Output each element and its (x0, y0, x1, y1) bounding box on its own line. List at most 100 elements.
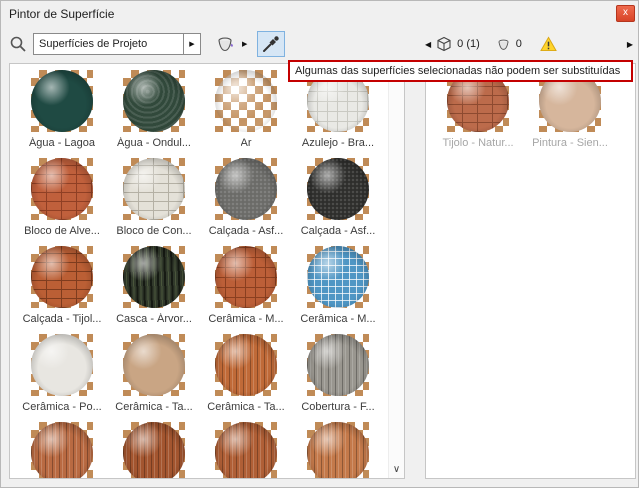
surface-preview-sphere (215, 422, 277, 479)
selected-elements-count: 0 (1) (457, 38, 480, 50)
surface-label: Bloco de Alve... (24, 225, 100, 237)
element-cube-icon (436, 36, 452, 52)
selection-info-bar: ◀ 0 (1) 0 ▶ (425, 27, 633, 61)
surface-thumbnail[interactable] (200, 422, 292, 479)
surface-thumbnail[interactable]: Bloco de Alve... (16, 158, 108, 246)
checker-background (31, 246, 93, 308)
surface-set-value: Superfícies de Projeto (34, 34, 183, 54)
collapse-panel-icon[interactable]: ◀ (425, 40, 431, 49)
surface-thumbnail[interactable]: Cerâmica - Po... (16, 334, 108, 422)
checker-background (307, 334, 369, 396)
close-button[interactable]: x (616, 5, 635, 22)
surface-thumbnail[interactable]: Água - Lagoa (16, 70, 108, 158)
surface-thumbnail[interactable]: Azulejo - Bra... (292, 70, 384, 158)
surface-thumbnail[interactable] (16, 422, 108, 479)
surface-label: Bloco de Con... (116, 225, 191, 237)
bucket-menu-arrow[interactable]: ▶ (242, 40, 247, 48)
surface-thumbnail[interactable]: Bloco de Con... (108, 158, 200, 246)
eyedropper-button[interactable] (257, 31, 285, 57)
surface-label: Cerâmica - Ta... (207, 401, 284, 413)
checker-background (215, 70, 277, 132)
surface-thumbnail[interactable]: Cerâmica - Ta... (108, 334, 200, 422)
surface-preview-sphere (31, 246, 93, 308)
vertical-scrollbar[interactable]: ∨ (388, 64, 404, 478)
surface-label: Água - Ondul... (117, 137, 191, 149)
checker-background (215, 334, 277, 396)
paint-bucket-icon (215, 34, 235, 54)
surface-preview-sphere (215, 334, 277, 396)
surface-preview-sphere (31, 70, 93, 132)
checker-background (307, 246, 369, 308)
eyedropper-icon (261, 34, 281, 54)
scroll-down-icon[interactable]: ∨ (389, 465, 404, 475)
warning-message: Algumas das superfícies selecionadas não… (288, 60, 633, 82)
surface-thumbnail[interactable] (292, 422, 384, 479)
checker-background (31, 334, 93, 396)
dialog-title: Pintor de Superfície (9, 7, 114, 21)
surface-label: Pintura - Sien... (532, 137, 608, 149)
surface-preview-sphere (215, 70, 277, 132)
search-icon[interactable] (9, 35, 27, 53)
surface-thumbnail[interactable]: Casca - Árvor... (108, 246, 200, 334)
checker-background (31, 158, 93, 220)
surface-preview-sphere (307, 334, 369, 396)
surface-label: Casca - Árvor... (116, 313, 192, 325)
surface-grid: Água - Lagoa Água - Ondul... Ar Azulejo … (10, 64, 388, 479)
surface-preview-sphere (123, 334, 185, 396)
surface-label: Calçada - Tijol... (23, 313, 102, 325)
surface-thumbnail[interactable]: Cerâmica - M... (200, 246, 292, 334)
surface-thumbnail[interactable]: Cerâmica - Ta... (200, 334, 292, 422)
surface-label: Água - Lagoa (29, 137, 95, 149)
checker-background (31, 422, 93, 479)
surface-preview-sphere (307, 422, 369, 479)
selected-surfaces-panel: Tijolo - Natur... Pintura - Sien... (425, 63, 636, 479)
painted-bucket-icon (496, 37, 511, 52)
checker-background (123, 334, 185, 396)
surface-preview-sphere (123, 158, 185, 220)
surface-preview-sphere (307, 158, 369, 220)
surface-preview-sphere (307, 246, 369, 308)
surface-preview-sphere (31, 334, 93, 396)
surface-preview-sphere (215, 158, 277, 220)
surface-thumbnail[interactable]: Calçada - Asf... (200, 158, 292, 246)
titlebar[interactable]: Pintor de Superfície x (1, 1, 638, 27)
surface-set-combo[interactable]: Superfícies de Projeto ▶ (33, 33, 201, 55)
checker-background (215, 246, 277, 308)
checker-background (215, 158, 277, 220)
surface-thumbnail[interactable]: Tijolo - Natur... (432, 70, 524, 158)
surface-label: Tijolo - Natur... (442, 137, 513, 149)
surface-thumbnail[interactable] (108, 422, 200, 479)
surface-preview-sphere (123, 246, 185, 308)
project-surfaces-panel: Água - Lagoa Água - Ondul... Ar Azulejo … (9, 63, 405, 479)
surface-label: Cerâmica - M... (300, 313, 375, 325)
surface-label: Cerâmica - Ta... (115, 401, 192, 413)
surface-label: Calçada - Asf... (301, 225, 376, 237)
surface-label: Cerâmica - M... (208, 313, 283, 325)
surface-painter-dialog: Pintor de Superfície x Superfícies de Pr… (0, 0, 639, 488)
surface-preview-sphere (123, 422, 185, 479)
toolbar: Superfícies de Projeto ▶ ▶ ◀ 0 (1) 0 (1, 27, 638, 61)
surface-thumbnail[interactable]: Cobertura - F... (292, 334, 384, 422)
expand-panel-button[interactable]: ▶ (627, 40, 633, 49)
surface-preview-sphere (31, 158, 93, 220)
surface-thumbnail[interactable]: Calçada - Asf... (292, 158, 384, 246)
surface-label: Azulejo - Bra... (302, 137, 374, 149)
surface-thumbnail[interactable]: Cerâmica - M... (292, 246, 384, 334)
surface-label: Ar (241, 137, 252, 149)
surface-preview-sphere (123, 70, 185, 132)
surface-preview-sphere (31, 422, 93, 479)
surface-label: Cerâmica - Po... (22, 401, 101, 413)
checker-background (123, 158, 185, 220)
warning-icon (540, 36, 557, 52)
surface-thumbnail[interactable]: Ar (200, 70, 292, 158)
surface-thumbnail[interactable]: Água - Ondul... (108, 70, 200, 158)
painted-count: 0 (516, 38, 522, 50)
checker-background (123, 70, 185, 132)
combo-arrow-button[interactable]: ▶ (183, 34, 200, 54)
checker-background (307, 422, 369, 479)
checker-background (31, 70, 93, 132)
surface-thumbnail[interactable]: Pintura - Sien... (524, 70, 616, 158)
surface-label: Cobertura - F... (301, 401, 374, 413)
paint-bucket-button[interactable] (211, 31, 239, 57)
surface-thumbnail[interactable]: Calçada - Tijol... (16, 246, 108, 334)
